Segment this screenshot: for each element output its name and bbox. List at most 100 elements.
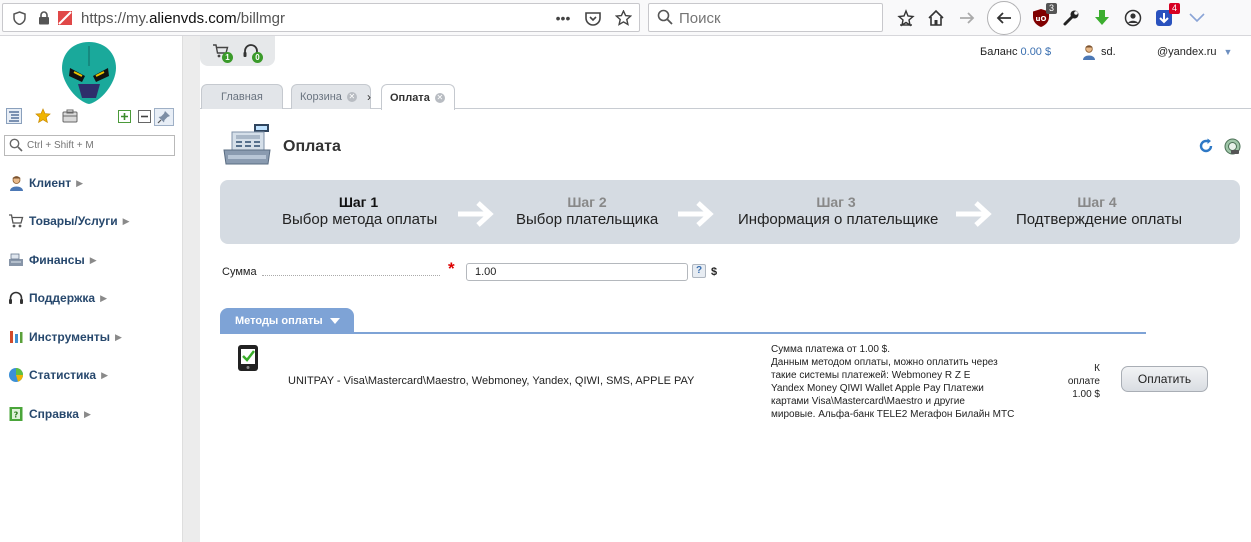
step-1: Шаг 1 Выбор метода оплаты [282,194,438,228]
chevron-right-icon: ▶ [122,215,130,226]
search-icon [9,138,23,155]
addon-download-icon[interactable]: 4 [1150,3,1180,32]
payment-amount: К оплате 1.00 $ [1067,363,1100,400]
search-bar[interactable] [648,3,883,32]
balance-label: Баланс [980,46,1018,58]
ublock-icon[interactable]: uO 3 [1027,3,1057,32]
back-button[interactable] [987,1,1021,35]
reader-icon[interactable] [892,4,920,32]
sidebar-collapse-bar[interactable] [182,36,200,542]
support-button[interactable]: 0 [240,40,263,63]
payment-method-name: UNITPAY - Visa\Mastercard\Maestro, Webmo… [288,375,695,387]
checkout-steps: Шаг 1 Выбор метода оплаты Шаг 2 Выбор пл… [220,180,1240,244]
alien-logo[interactable] [60,40,118,106]
help-icon[interactable] [1223,137,1241,155]
cash-register-icon [223,124,271,165]
addon-badge: 4 [1168,3,1180,14]
balance-value: 0.00 $ [1020,46,1052,58]
url-text[interactable]: https://my.alienvds.com/billmgr [81,10,285,27]
close-icon[interactable]: ✕ [434,92,445,103]
chevron-down-icon: ▼ [1223,47,1233,57]
account-icon[interactable] [1119,4,1147,32]
bookmark-star-icon[interactable] [613,8,633,28]
step-2: Шаг 2 Выбор плательщика [516,194,659,228]
user-menu[interactable]: sd. [1082,44,1116,60]
currency-label: $ [711,266,718,278]
sidebar-item-support[interactable]: Поддержка ▶ [8,288,107,308]
help-book-icon: ? [8,406,24,422]
user-icon [1083,45,1095,60]
browser-search-input[interactable] [679,8,869,28]
svg-text:uO: uO [1036,15,1047,23]
cart-button[interactable]: 1 [210,40,233,63]
chevron-right-icon: ▶ [115,331,122,342]
ublock-badge: 3 [1045,3,1057,14]
page-title: Оплата [283,138,341,155]
sidebar-item-help[interactable]: ? Справка ▶ [8,404,91,424]
user-icon [8,175,24,191]
pay-button[interactable]: Оплатить [1121,366,1208,392]
sidebar-item-client[interactable]: Клиент ▶ [8,173,83,193]
amount-input[interactable] [466,263,688,281]
account-dropdown[interactable]: @yandex.ru ▼ [1157,46,1232,58]
quick-actions: 1 0 [200,36,275,66]
cart-count-badge: 1 [222,52,233,63]
sidebar-toolbar [6,108,176,126]
payment-methods-divider [220,332,1146,334]
svg-text:?: ? [14,411,19,420]
overflow-chevron-icon[interactable] [1183,4,1211,32]
cash-register-icon [8,252,24,268]
url-bar[interactable]: https://my.alienvds.com/billmgr ••• [2,3,640,32]
browser-toolbar: https://my.alienvds.com/billmgr ••• uO 3 [0,0,1251,36]
search-icon [657,9,673,28]
home-icon[interactable] [922,4,950,32]
forward-icon[interactable] [953,4,981,32]
collapse-all-icon[interactable] [136,108,152,124]
required-marker: * [448,259,455,278]
pocket-icon[interactable] [583,8,603,28]
refresh-icon[interactable] [1197,137,1215,155]
tree-view-icon[interactable] [6,108,22,124]
account-email: @yandex.ru [1157,46,1217,58]
tools-icon [8,329,24,345]
pin-icon[interactable] [154,108,174,126]
headset-icon [8,290,24,306]
chevron-down-icon [329,317,340,324]
chevron-right-icon: ▶ [83,408,91,419]
sidebar: Клиент▶ Товары/Услуги▶ Финансы▶ Поддержк… [0,36,182,542]
lock-icon[interactable] [36,10,52,26]
tab-payment[interactable]: Оплата ✕ [381,84,455,110]
help-button[interactable]: ? [692,264,706,278]
more-actions-icon[interactable]: ••• [553,8,573,28]
tab-home[interactable]: Главная [201,84,283,109]
expand-all-icon[interactable] [116,108,132,124]
amount-label: Сумма [222,266,257,278]
close-icon[interactable]: ✕ [346,92,357,102]
balance[interactable]: Баланс 0.00 $ [980,46,1051,58]
sidebar-item-products[interactable]: Товары/Услуги ▶ [8,211,130,231]
payment-method-description: Сумма платежа от 1.00 $. Данным методом … [771,344,1015,420]
download-helper-icon[interactable] [1088,4,1116,32]
insecure-content-icon[interactable] [57,10,73,26]
sidebar-search[interactable] [4,135,175,156]
wrench-icon[interactable] [1057,4,1085,32]
briefcase-icon[interactable] [62,108,78,124]
pie-chart-icon [8,367,24,383]
cart-icon [8,213,24,229]
favorites-star-icon[interactable] [35,108,51,124]
payment-methods-tab[interactable]: Методы оплаты [220,308,354,333]
shield-icon[interactable] [11,10,27,26]
arrow-right-icon [956,201,992,227]
support-count-badge: 0 [252,52,263,63]
step-4: Шаг 4 Подтверждение оплаты [1016,194,1183,228]
sidebar-item-tools[interactable]: Инструменты ▶ [8,327,122,347]
sidebar-search-input[interactable] [27,138,172,153]
sidebar-item-statistics[interactable]: Статистика ▶ [8,365,108,385]
arrow-right-icon [678,201,714,227]
label-leader [262,275,440,276]
user-name: sd. [1101,46,1116,58]
mobile-payment-icon [238,345,258,371]
sidebar-item-finance[interactable]: Финансы ▶ [8,250,97,270]
tab-cart[interactable]: Корзина ✕ [291,84,371,109]
chevron-right-icon: ▶ [100,292,107,303]
